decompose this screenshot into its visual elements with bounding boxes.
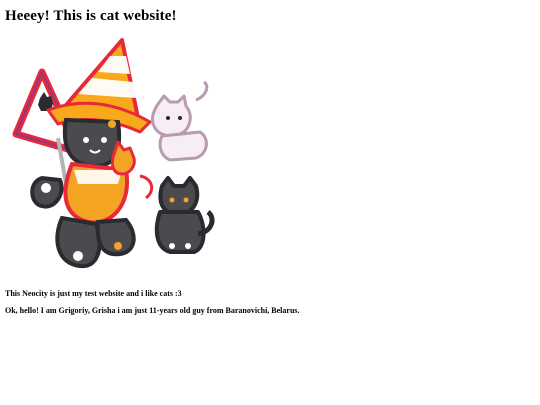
cats-illustration (12, 38, 215, 269)
page-title: Heeey! This is cat website! (5, 8, 177, 24)
page: Heeey! This is cat website! This Neocity… (0, 0, 540, 405)
dark-cat-sitting-icon (154, 176, 215, 254)
white-cat-icon (150, 80, 209, 162)
intro-text: This Neocity is just my test website and… (5, 289, 182, 298)
traffic-cone-icon (46, 38, 152, 134)
about-text: Ok, hello! I am Grigoriy, Grisha i am ju… (5, 306, 300, 315)
